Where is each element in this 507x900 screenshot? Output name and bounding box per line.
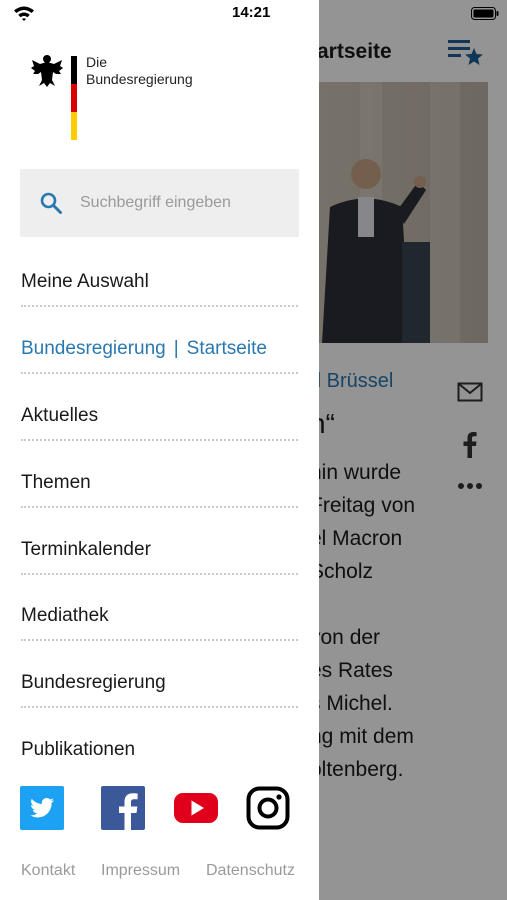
divider [21, 506, 298, 508]
logo-text: Die Bundesregierung [86, 54, 193, 87]
divider [21, 305, 298, 307]
menu-item-label-part: Bundesregierung [21, 338, 166, 359]
menu-item-terminkalender[interactable]: Terminkalender [21, 539, 298, 605]
menu-item-label: Bundesregierung | Startseite [21, 338, 267, 360]
footer-link-impressum[interactable]: Impressum [101, 862, 180, 880]
navigation-drawer: Die Bundesregierung Meine Auswahl Bundes… [0, 0, 319, 900]
menu-item-label-part: Startseite [186, 338, 267, 359]
german-flag-bar [71, 56, 77, 140]
search-icon [40, 192, 62, 214]
menu-item-aktuelles[interactable]: Aktuelles [21, 405, 298, 471]
menu-item-meine-auswahl[interactable]: Meine Auswahl [21, 271, 298, 337]
menu-item-label: Themen [21, 472, 91, 493]
menu-item-label: Mediathek [21, 605, 109, 626]
battery-icon [471, 7, 499, 20]
divider [21, 573, 298, 575]
menu-item-bundesregierung[interactable]: Bundesregierung [21, 672, 298, 738]
menu-item-label: Meine Auswahl [21, 271, 149, 292]
facebook-icon[interactable] [101, 786, 145, 830]
menu-item-mediathek[interactable]: Mediathek [21, 605, 298, 671]
divider [21, 639, 298, 641]
search-box[interactable] [20, 169, 299, 237]
menu-separator: | [173, 338, 179, 359]
menu-item-themen[interactable]: Themen [21, 472, 298, 538]
menu-item-label: Terminkalender [21, 539, 151, 560]
federal-eagle-icon [31, 55, 63, 87]
menu-item-label: Publikationen [21, 739, 136, 760]
status-time: 14:21 [232, 4, 271, 21]
menu-item-label: Bundesregierung [21, 672, 166, 693]
twitter-icon[interactable] [20, 786, 64, 830]
instagram-icon[interactable] [246, 786, 290, 830]
divider [21, 439, 298, 441]
social-links [20, 786, 292, 830]
menu-item-startseite[interactable]: Bundesregierung | Startseite [21, 338, 298, 404]
menu-item-label: Aktuelles [21, 405, 99, 426]
footer-link-datenschutz[interactable]: Datenschutz [206, 862, 295, 880]
divider [21, 372, 298, 374]
youtube-icon[interactable] [174, 786, 218, 830]
search-input[interactable] [80, 191, 280, 215]
divider [21, 706, 298, 708]
footer-link-kontakt[interactable]: Kontakt [21, 862, 75, 880]
wifi-icon [14, 6, 34, 21]
